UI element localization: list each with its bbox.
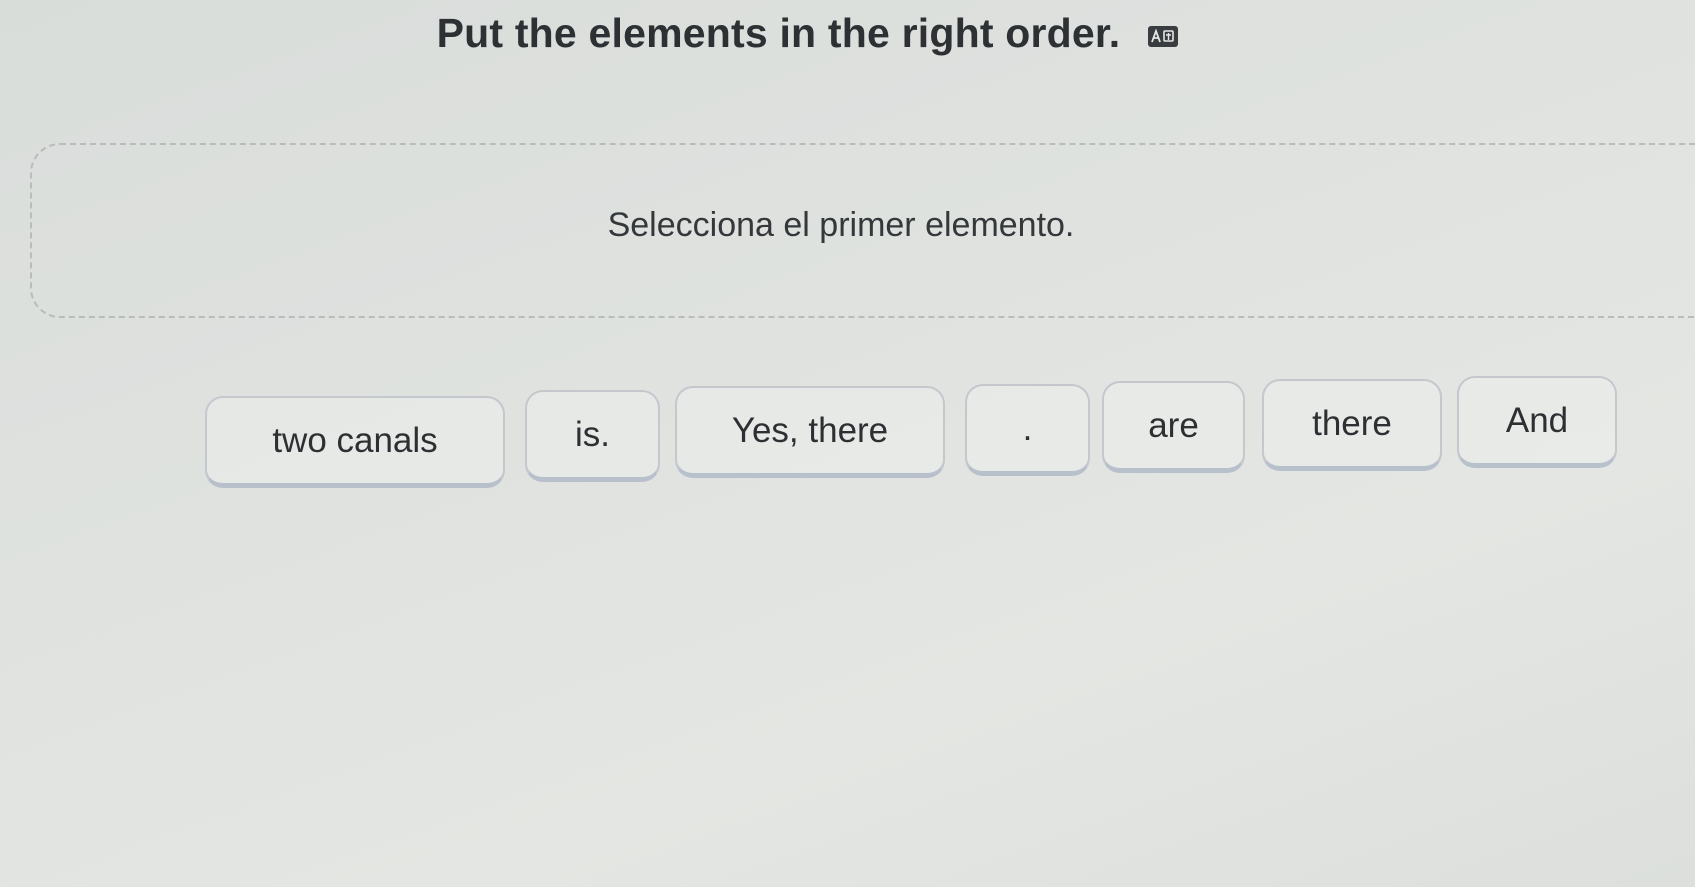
translate-icon[interactable] [1148,26,1179,47]
word-chip-and[interactable]: And [1457,376,1617,468]
answer-drop-zone[interactable]: Selecciona el primer elemento. [30,143,1695,318]
word-chip-yes-there[interactable]: Yes, there [675,386,945,478]
word-chip-are[interactable]: are [1102,381,1245,473]
word-chip-two-canals[interactable]: two canals [205,396,505,488]
word-chip-is[interactable]: is. [525,390,660,482]
translate-icon-glyph [1151,29,1175,43]
instruction-prompt: Selecciona el primer elemento. [607,206,1075,244]
page-title: Put the elements in the right order. [436,10,1121,56]
word-chip-period[interactable]: . [965,384,1090,476]
word-chip-there[interactable]: there [1262,379,1442,471]
header: Put the elements in the right order. [0,10,1695,57]
word-bank: two canals is. Yes, there . are there An… [205,376,1625,496]
